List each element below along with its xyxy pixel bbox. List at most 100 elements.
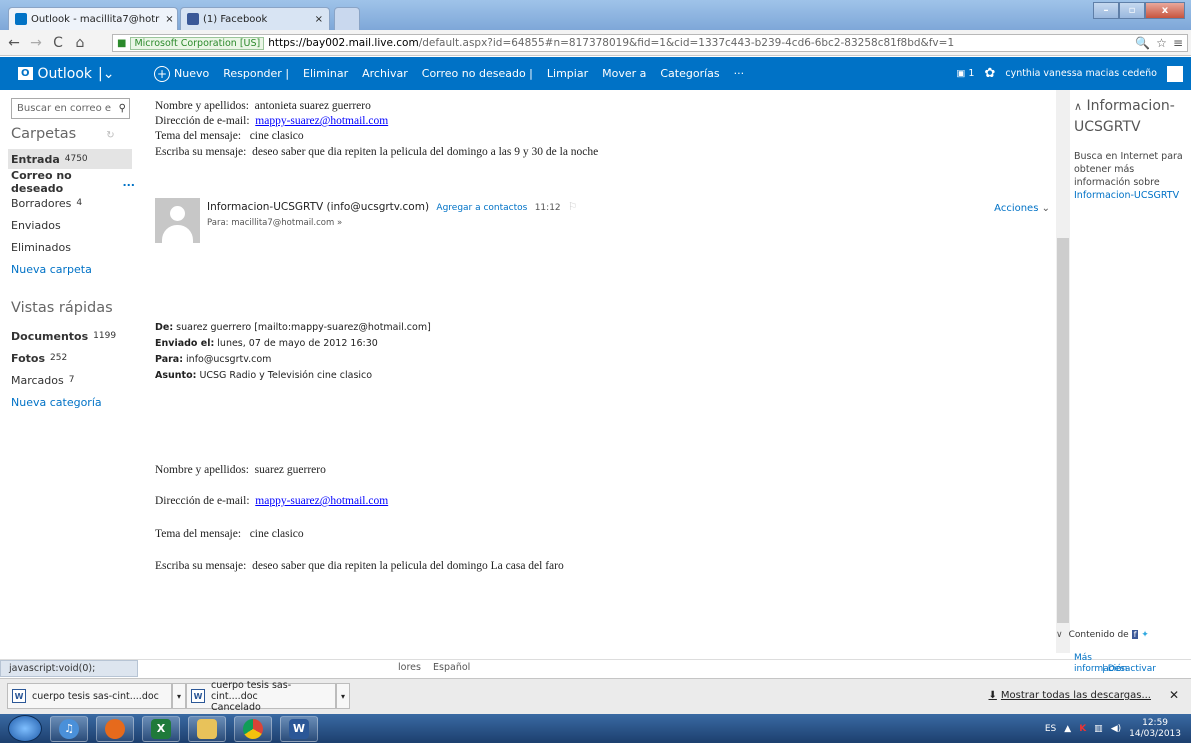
reading-scrollbar[interactable] <box>1056 90 1070 653</box>
add-to-contacts-link[interactable]: Agregar a contactos <box>436 203 527 213</box>
recipient-line: Para: macillita7@hotmail.com » <box>207 218 343 228</box>
tab-outlook[interactable]: Outlook - macillita7@hotr × <box>8 7 178 30</box>
start-button[interactable] <box>8 715 42 742</box>
outlook-logo-icon: O <box>18 67 33 80</box>
bottom-email-line: Dirección de e-mail: mappy-suarez@hotmai… <box>155 495 389 507</box>
cmd-new[interactable]: Nuevo <box>174 67 209 80</box>
cmd-junk[interactable]: Correo no deseado | <box>422 67 533 80</box>
sender-line: Informacion-UCSGRTV (info@ucsgrtv.com) A… <box>207 201 577 213</box>
cmd-archive[interactable]: Archivar <box>362 67 408 80</box>
antivirus-icon[interactable]: K <box>1079 724 1086 734</box>
download-item[interactable]: W cuerpo tesis sas-cint....doc Cancelado <box>186 680 336 713</box>
browser-tab-strip: Outlook - macillita7@hotr × (1) Facebook… <box>0 0 1191 30</box>
taskbar-itunes[interactable]: ♫ <box>50 715 88 742</box>
volume-icon[interactable]: ◀) <box>1111 724 1121 734</box>
home-icon[interactable]: ⌂ <box>72 35 88 51</box>
cmd-categories[interactable]: Categorías <box>660 67 719 80</box>
forward-arrow-icon[interactable]: → <box>28 35 44 51</box>
footer-links: lores Español <box>398 662 470 673</box>
folder-sent[interactable]: Enviados <box>11 215 135 235</box>
url-field[interactable]: ■ Microsoft Corporation [US] https://bay… <box>112 34 1188 52</box>
expand-icon[interactable]: » <box>337 218 342 228</box>
message-time: 11:12 <box>534 203 561 213</box>
folder-inbox[interactable]: Entrada 4750 <box>8 149 132 169</box>
tab-facebook[interactable]: (1) Facebook × <box>180 7 330 30</box>
close-download-shelf-icon[interactable]: ✕ <box>1169 688 1179 702</box>
cmd-move[interactable]: Mover a <box>602 67 646 80</box>
gear-icon[interactable]: ✿ <box>984 66 995 81</box>
chevron-down-icon[interactable]: ∨ <box>1056 630 1063 640</box>
cmd-sweep[interactable]: Limpiar <box>547 67 588 80</box>
chrome-icon <box>243 718 263 739</box>
taskbar-explorer[interactable] <box>188 715 226 742</box>
download-item[interactable]: W cuerpo tesis sas-cint....doc <box>7 683 172 709</box>
folder-drafts[interactable]: Borradores 4 <box>11 193 135 213</box>
quick-photos[interactable]: Fotos 252 <box>11 348 135 368</box>
twitter-icon[interactable]: ✦ <box>1141 630 1149 640</box>
download-menu-button[interactable]: ▾ <box>336 683 350 709</box>
new-folder-link[interactable]: Nueva carpeta <box>11 259 135 279</box>
show-all-downloads-link[interactable]: ⬇ Mostrar todas las descargas... <box>989 690 1152 701</box>
zoom-icon[interactable]: 🔍 <box>1135 36 1150 50</box>
new-tab-button[interactable] <box>334 7 360 30</box>
new-plus-icon[interactable]: + <box>154 65 170 82</box>
avatar[interactable] <box>1167 65 1183 82</box>
footer-link-colors[interactable]: lores <box>398 662 421 673</box>
search-input[interactable]: Buscar en correo e ⚲ <box>11 98 130 119</box>
taskbar-firefox[interactable] <box>96 715 134 742</box>
download-filename: cuerpo tesis sas-cint....doc <box>32 690 159 702</box>
scrollbar-thumb[interactable] <box>1057 238 1069 623</box>
tray-up-icon[interactable]: ▲ <box>1064 724 1071 734</box>
email-link[interactable]: mappy-suarez@hotmail.com <box>255 495 388 507</box>
cmd-more[interactable]: ··· <box>734 67 745 80</box>
clock[interactable]: 12:59 14/03/2013 <box>1129 718 1181 740</box>
content-from: ∨ Contenido de f ✦ <box>1056 630 1149 640</box>
user-name[interactable]: cynthia vanessa macias cedeño <box>1005 68 1157 79</box>
right-pane-links: Más información | Desactivar <box>1074 653 1156 675</box>
reload-icon[interactable]: C <box>50 35 66 51</box>
footer-link-language[interactable]: Español <box>433 662 470 673</box>
chevron-down-icon: ▾ <box>340 691 345 701</box>
bottom-message-line: Escriba su mensaje: deseo saber que dia … <box>155 560 564 572</box>
tab-label: Outlook - macillita7@hotr <box>31 13 160 25</box>
back-arrow-icon[interactable]: ← <box>6 35 22 51</box>
quoted-from-line: De: suarez guerrero [mailto:mappy-suarez… <box>155 322 431 333</box>
menu-icon[interactable]: ≡ <box>1173 36 1183 50</box>
tab-close-icon[interactable]: × <box>159 14 173 25</box>
minimize-button[interactable]: – <box>1093 2 1119 19</box>
taskbar-chrome[interactable] <box>234 715 272 742</box>
certificate-label: Microsoft Corporation [US] <box>130 36 265 50</box>
search-placeholder: Buscar en correo e <box>17 103 112 114</box>
tab-close-icon[interactable]: × <box>309 14 323 25</box>
top-email-line: Dirección de e-mail: mappy-suarez@hotmai… <box>155 115 389 127</box>
email-link[interactable]: mappy-suarez@hotmail.com <box>255 115 388 127</box>
cmd-delete[interactable]: Eliminar <box>303 67 348 80</box>
chat-icon[interactable]: ▣ 1 <box>956 68 974 79</box>
taskbar-word[interactable]: W <box>280 715 318 742</box>
refresh-icon[interactable]: ↻ <box>106 130 114 141</box>
sender-avatar <box>155 198 200 243</box>
folder-junk[interactable]: Correo no deseado... <box>11 169 135 195</box>
maximize-button[interactable]: ▫ <box>1119 2 1145 19</box>
cmd-reply[interactable]: Responder | <box>223 67 289 80</box>
actions-menu[interactable]: Acciones ⌄ <box>994 203 1050 214</box>
outlook-logo[interactable]: O Outlook |⌄ <box>0 57 140 90</box>
new-category-link[interactable]: Nueva categoría <box>11 392 135 412</box>
quick-flagged[interactable]: Marcados 7 <box>11 370 135 390</box>
download-menu-button[interactable]: ▾ <box>172 683 186 709</box>
facebook-icon[interactable]: f <box>1131 630 1139 639</box>
quick-documents[interactable]: Documentos 1199 <box>11 326 135 346</box>
taskbar-excel[interactable]: X <box>142 715 180 742</box>
flag-icon[interactable]: ⚐ <box>568 201 577 213</box>
chevron-up-icon[interactable]: ∧ <box>1074 100 1082 113</box>
sender-name[interactable]: Informacion-UCSGRTV (info@ucsgrtv.com) <box>207 201 429 213</box>
language-indicator[interactable]: ES <box>1045 724 1056 734</box>
contact-search-link[interactable]: Informacion-UCSGRTV <box>1074 190 1179 201</box>
bookmark-star-icon[interactable]: ☆ <box>1156 36 1167 50</box>
more-info-link[interactable]: Más información <box>1074 653 1127 675</box>
folder-deleted[interactable]: Eliminados <box>11 237 135 257</box>
close-window-button[interactable]: x <box>1145 2 1185 19</box>
search-icon[interactable]: ⚲ <box>119 103 126 114</box>
deactivate-link[interactable]: Desactivar <box>1108 664 1156 674</box>
network-icon[interactable]: ▥ <box>1094 724 1103 734</box>
